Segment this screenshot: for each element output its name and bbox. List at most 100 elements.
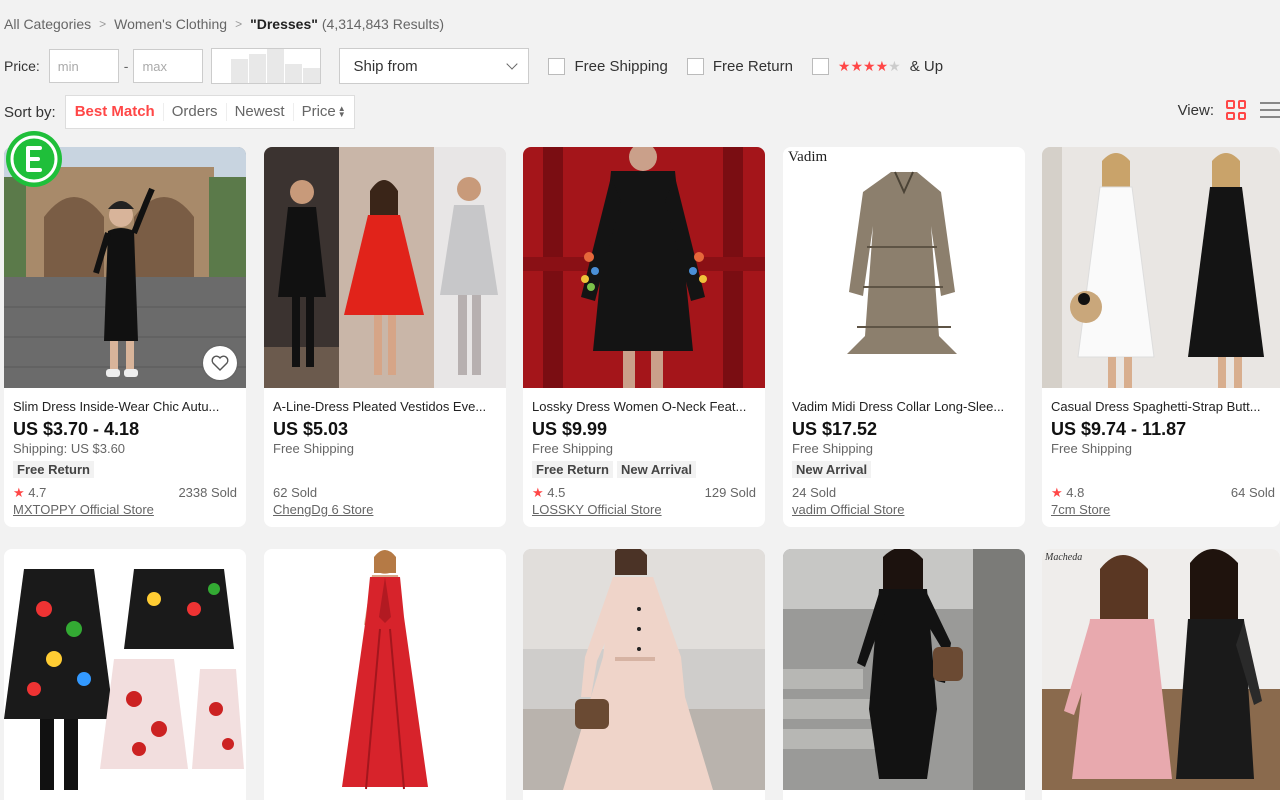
product-card[interactable] — [264, 549, 506, 800]
sort-price-label: Price — [301, 103, 336, 120]
product-rating: ★ 4.5 — [532, 485, 565, 501]
product-price: US $9.74 - 11.87 — [1051, 419, 1187, 439]
store-link[interactable]: vadim Official Store — [792, 502, 904, 517]
store-link[interactable]: MXTOPPY Official Store — [13, 502, 154, 517]
macheda-watermark: Macheda — [1045, 552, 1083, 563]
tag-new-arrival: New Arrival — [616, 461, 697, 478]
product-card[interactable] — [783, 549, 1025, 800]
product-image[interactable] — [1042, 147, 1280, 388]
breadcrumb: All Categories > Women's Clothing > "Dre… — [4, 16, 444, 32]
product-shipping: Free Shipping — [273, 441, 354, 456]
product-shipping: Free Shipping — [1051, 441, 1132, 456]
view-label: View: — [1177, 101, 1214, 119]
free-return-checkbox[interactable]: Free Return — [686, 57, 793, 75]
product-price: US $17.52 — [792, 419, 878, 439]
product-card[interactable]: A-Line-Dress Pleated Vestidos Eve... US … — [264, 147, 506, 527]
product-image[interactable]: Macheda — [1042, 549, 1280, 790]
star-icon: ★ — [13, 485, 25, 500]
product-card[interactable] — [4, 549, 246, 800]
product-card[interactable] — [523, 549, 765, 800]
breadcrumb-query: "Dresses" — [250, 16, 318, 32]
store-link[interactable]: ChengDg 6 Store — [273, 502, 373, 517]
filter-bar: Price: - Ship from Free Shipping Free Re… — [4, 48, 943, 84]
free-shipping-checkbox[interactable]: Free Shipping — [548, 57, 668, 75]
four-stars-icon: ★★★★★ — [837, 57, 901, 74]
price-dash: - — [123, 58, 129, 74]
rating-value: 4.5 — [547, 485, 566, 500]
sort-label: Sort by: — [4, 103, 56, 121]
price-histogram[interactable] — [211, 48, 322, 84]
breadcrumb-womens-clothing[interactable]: Women's Clothing — [114, 16, 227, 32]
ship-from-dropdown[interactable]: Ship from — [339, 48, 530, 84]
product-sold: 62 Sold — [273, 485, 318, 500]
product-card[interactable]: Slim Dress Inside-Wear Chic Autu... US $… — [4, 147, 246, 527]
view-switcher: View: — [1178, 100, 1280, 120]
vadim-logo-text: Vadim — [788, 149, 828, 165]
product-price: US $5.03 — [273, 419, 349, 439]
store-link[interactable]: LOSSKY Official Store — [532, 502, 662, 517]
product-image[interactable]: Vadim — [783, 147, 1025, 388]
tag-new-arrival: New Arrival — [792, 461, 872, 478]
product-title[interactable]: Slim Dress Inside-Wear Chic Autu... — [13, 398, 237, 416]
chevron-down-icon — [506, 57, 519, 70]
wishlist-heart-icon[interactable] — [203, 346, 237, 380]
breadcrumb-all-categories[interactable]: All Categories — [4, 16, 91, 32]
rating-and-up-label: & Up — [909, 57, 944, 75]
price-label: Price: — [4, 58, 40, 74]
sort-options: Best Match Orders Newest Price ▲ ▼ — [64, 95, 355, 129]
price-min-input[interactable] — [48, 49, 119, 83]
product-image[interactable] — [523, 147, 765, 388]
product-price: US $3.70 - 4.18 — [13, 419, 140, 439]
product-sold: 129 Sold — [704, 485, 756, 500]
checkbox-icon — [548, 57, 566, 75]
product-card[interactable]: Lossky Dress Women O-Neck Feat... US $9.… — [523, 147, 765, 527]
product-title[interactable]: Vadim Midi Dress Collar Long-Slee... — [792, 398, 1016, 416]
price-max-input[interactable] — [133, 49, 204, 83]
product-image[interactable] — [4, 549, 246, 790]
product-title[interactable]: Casual Dress Spaghetti-Strap Butt... — [1051, 398, 1271, 416]
product-image[interactable] — [264, 147, 506, 388]
sort-best-match[interactable]: Best Match — [66, 103, 163, 121]
product-price: US $9.99 — [532, 419, 608, 439]
sort-newest[interactable]: Newest — [225, 103, 293, 121]
product-shipping: Free Shipping — [792, 441, 873, 456]
product-sold: 24 Sold — [792, 485, 837, 500]
sort-bar: Sort by: Best Match Orders Newest Price ▲… — [4, 95, 355, 129]
ship-from-label: Ship from — [353, 57, 418, 75]
tag-free-return: Free Return — [532, 461, 613, 478]
tag-free-return: Free Return — [13, 461, 94, 478]
free-shipping-label: Free Shipping — [574, 57, 668, 75]
product-card[interactable]: Macheda — [1042, 549, 1280, 800]
product-shipping: Free Shipping — [532, 441, 613, 456]
rating-filter-checkbox[interactable]: ★★★★★ & Up — [811, 57, 944, 75]
product-image[interactable] — [783, 549, 1025, 790]
product-rating: ★ 4.8 — [1051, 485, 1084, 501]
product-shipping: Shipping: US $3.60 — [13, 441, 126, 456]
product-image[interactable] — [523, 549, 765, 790]
sort-arrows-icon: ▲ ▼ — [337, 104, 346, 120]
product-sold: 64 Sold — [1230, 485, 1275, 500]
rating-value: 4.8 — [1066, 485, 1085, 500]
checkbox-icon — [811, 57, 829, 75]
extension-badge-icon[interactable] — [4, 130, 64, 188]
grid-view-icon[interactable] — [1226, 100, 1246, 120]
breadcrumb-separator-icon: > — [235, 17, 243, 31]
product-card[interactable]: Vadim Vadim Midi Dress Collar Long-Slee.… — [783, 147, 1025, 527]
product-title[interactable]: A-Line-Dress Pleated Vestidos Eve... — [273, 398, 497, 416]
breadcrumb-separator-icon: > — [99, 17, 107, 31]
list-view-icon[interactable] — [1260, 100, 1280, 120]
store-link[interactable]: 7cm Store — [1051, 502, 1110, 517]
star-icon: ★ — [1051, 485, 1063, 500]
product-title[interactable]: Lossky Dress Women O-Neck Feat... — [532, 398, 756, 416]
rating-value: 4.7 — [28, 485, 47, 500]
star-icon: ★ — [532, 485, 544, 500]
result-count: (4,314,843 Results) — [321, 16, 445, 32]
product-card[interactable]: Casual Dress Spaghetti-Strap Butt... US … — [1042, 147, 1280, 527]
product-sold: 2338 Sold — [178, 485, 237, 500]
product-rating: ★ 4.7 — [13, 485, 46, 501]
free-return-label: Free Return — [712, 57, 793, 75]
checkbox-icon — [686, 57, 704, 75]
sort-price[interactable]: Price ▲ ▼ — [292, 103, 354, 121]
sort-orders[interactable]: Orders — [162, 103, 226, 121]
product-image[interactable] — [264, 549, 506, 790]
